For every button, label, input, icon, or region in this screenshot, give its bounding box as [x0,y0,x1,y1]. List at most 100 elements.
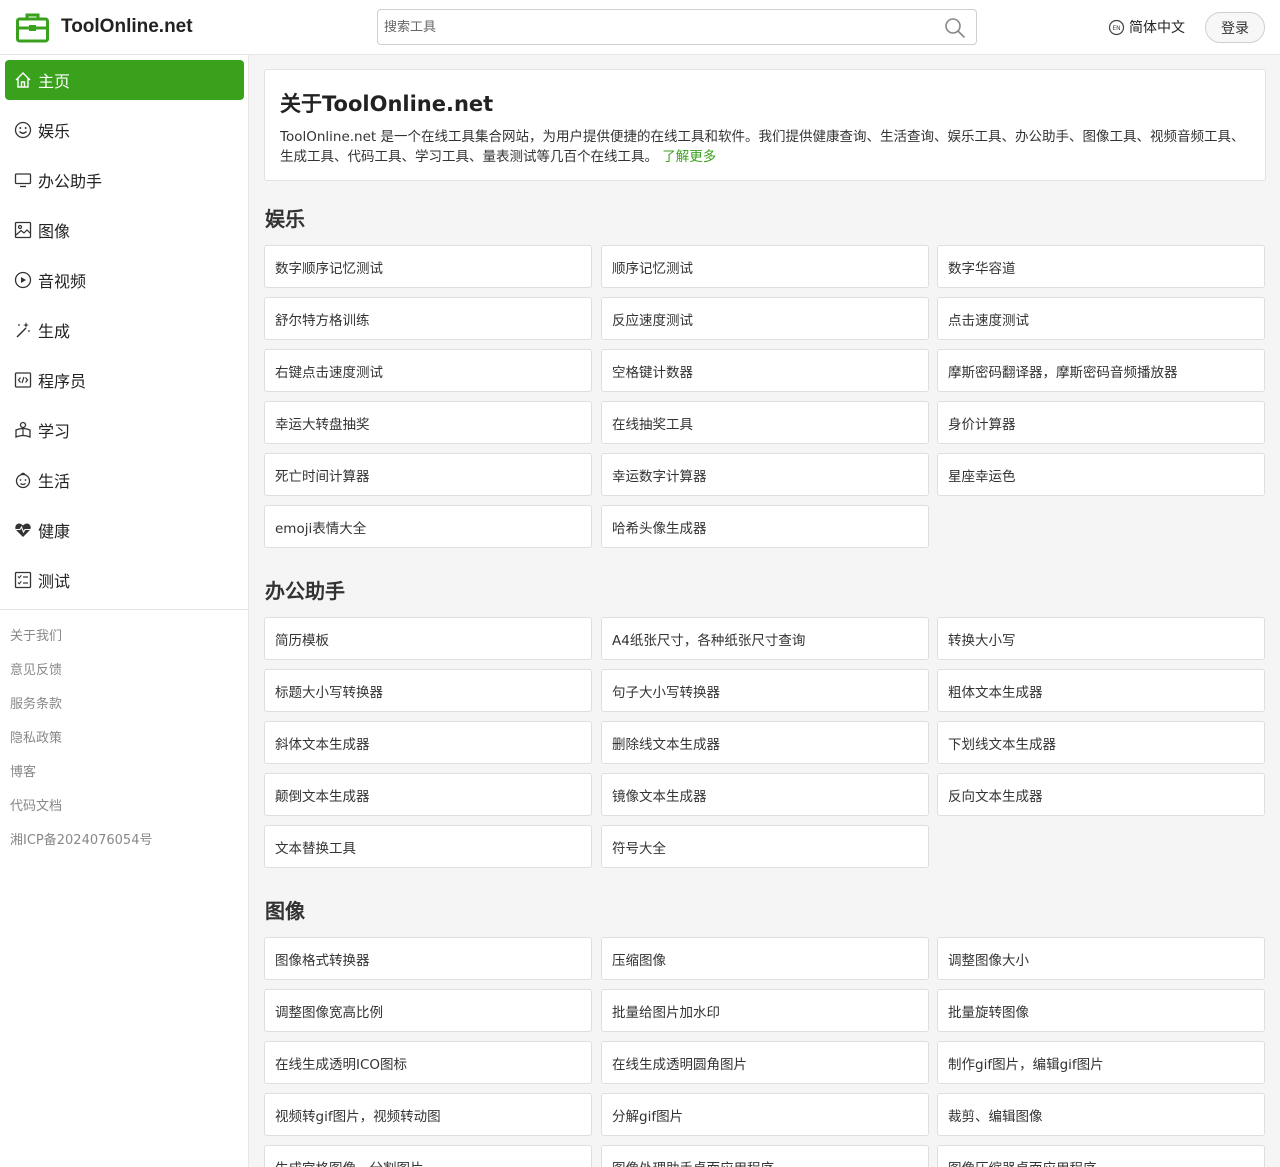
footer-link-blog[interactable]: 博客 [10,761,36,780]
tool-card[interactable]: 简历模板 [264,617,592,660]
about-description: ToolOnline.net 是一个在线工具集合网站，为用户提供便捷的在线工具和… [280,127,1250,167]
sidebar-item-life[interactable]: 生活 [5,460,244,500]
sidebar-item-label: 生成 [38,322,71,341]
sidebar-item-label: 主页 [38,72,71,91]
tool-card[interactable]: 数字顺序记忆测试 [264,245,592,288]
tool-card[interactable]: 图像格式转换器 [264,937,592,980]
tool-card[interactable]: 视频转gif图片，视频转动图 [264,1093,592,1136]
tool-card[interactable]: 批量旋转图像 [937,989,1265,1032]
search-box [377,9,977,45]
tool-card[interactable]: 反应速度测试 [601,297,929,340]
section-office-title: 办公助手 [265,579,345,603]
site-name: ToolOnline.net [61,16,193,37]
tool-card[interactable]: 标题大小写转换器 [264,669,592,712]
language-icon: EN [1108,19,1125,35]
sidebar-item-home[interactable]: 主页 [5,60,244,100]
tool-card[interactable]: 空格键计数器 [601,349,929,392]
sidebar-item-label: 图像 [38,222,71,241]
sidebar-item-learning[interactable]: 学习 [5,410,244,450]
tool-card[interactable]: 死亡时间计算器 [264,453,592,496]
tool-card[interactable]: 文本替换工具 [264,825,592,868]
sidebar-item-label: 音视频 [38,272,87,291]
tool-card[interactable]: 压缩图像 [601,937,929,980]
tool-card[interactable]: 在线抽奖工具 [601,401,929,444]
tool-card[interactable]: 裁剪、编辑图像 [937,1093,1265,1136]
tool-card[interactable]: 符号大全 [601,825,929,868]
sidebar-item-office[interactable]: 办公助手 [5,160,244,200]
about-title: 关于ToolOnline.net [280,92,494,116]
sidebar-item-label: 娱乐 [38,122,71,141]
sidebar-item-generate[interactable]: 生成 [5,310,244,350]
tool-card[interactable]: 在线生成透明ICO图标 [264,1041,592,1084]
language-switch[interactable]: EN 简体中文 [1108,17,1185,37]
tool-card[interactable]: 分解gif图片 [601,1093,929,1136]
tool-card[interactable]: 摩斯密码翻译器，摩斯密码音频播放器 [937,349,1265,392]
tool-card[interactable]: 镜像文本生成器 [601,773,929,816]
footer-link-icp[interactable]: 湘ICP备2024076054号 [10,829,152,848]
tool-card[interactable]: 粗体文本生成器 [937,669,1265,712]
tool-card[interactable]: 顺序记忆测试 [601,245,929,288]
sidebar-divider [0,609,249,610]
sidebar: 主页 娱乐 办公助手 图像 音视频 生成 程序员 学习 生活 健康 测试 关于我… [0,55,249,1167]
section-entertainment-title: 娱乐 [265,207,305,231]
tool-card[interactable]: emoji表情大全 [264,505,592,548]
tool-card[interactable]: 图像处理助手桌面应用程序 [601,1145,929,1167]
tool-card[interactable]: 下划线文本生成器 [937,721,1265,764]
login-button[interactable]: 登录 [1205,12,1265,43]
tool-card[interactable]: 删除线文本生成器 [601,721,929,764]
tool-card[interactable]: 生成宫格图像，分割图片 [264,1145,592,1167]
tool-card[interactable]: 批量给图片加水印 [601,989,929,1032]
footer-link-privacy[interactable]: 隐私政策 [10,727,62,746]
magic-wand-icon [13,320,33,340]
tool-card[interactable]: 调整图像大小 [937,937,1265,980]
footer-link-docs[interactable]: 代码文档 [10,795,62,814]
heart-pulse-icon [13,520,33,540]
sidebar-item-label: 学习 [38,422,71,441]
tool-card[interactable]: 哈希头像生成器 [601,505,929,548]
tool-card[interactable]: 点击速度测试 [937,297,1265,340]
sidebar-item-entertainment[interactable]: 娱乐 [5,110,244,150]
checklist-icon [13,570,33,590]
tool-card[interactable]: 舒尔特方格训练 [264,297,592,340]
tool-card[interactable]: 右键点击速度测试 [264,349,592,392]
search-icon [945,18,965,38]
sidebar-item-audio-video[interactable]: 音视频 [5,260,244,300]
tool-card[interactable]: 图像压缩器桌面应用程序 [937,1145,1265,1167]
tool-card[interactable]: 制作gif图片，编辑gif图片 [937,1041,1265,1084]
monitor-icon [13,170,33,190]
site-logo[interactable]: ToolOnline.net [16,11,193,43]
sidebar-item-health[interactable]: 健康 [5,510,244,550]
sidebar-item-test[interactable]: 测试 [5,560,244,600]
tool-card[interactable]: 在线生成透明圆角图片 [601,1041,929,1084]
about-card: 关于ToolOnline.net ToolOnline.net 是一个在线工具集… [264,69,1266,181]
tool-card[interactable]: 反向文本生成器 [937,773,1265,816]
tool-card[interactable]: 调整图像宽高比例 [264,989,592,1032]
home-icon [13,70,33,90]
language-label: 简体中文 [1129,20,1185,36]
image-icon [13,220,33,240]
sidebar-item-label: 健康 [38,522,71,541]
tool-card[interactable]: A4纸张尺寸，各种纸张尺寸查询 [601,617,929,660]
sidebar-item-label: 办公助手 [38,172,103,191]
learn-more-link[interactable]: 了解更多 [662,149,716,165]
tool-card[interactable]: 颠倒文本生成器 [264,773,592,816]
sidebar-item-label: 程序员 [38,372,87,391]
footer-link-feedback[interactable]: 意见反馈 [10,659,62,678]
search-input[interactable] [378,10,928,44]
tool-card[interactable]: 句子大小写转换器 [601,669,929,712]
sidebar-item-image[interactable]: 图像 [5,210,244,250]
sidebar-item-label: 生活 [38,472,71,491]
video-icon [13,270,33,290]
tool-card[interactable]: 身价计算器 [937,401,1265,444]
tool-card[interactable]: 幸运数字计算器 [601,453,929,496]
tool-card[interactable]: 转换大小写 [937,617,1265,660]
tool-card[interactable]: 斜体文本生成器 [264,721,592,764]
tool-card[interactable]: 数字华容道 [937,245,1265,288]
sidebar-item-programmer[interactable]: 程序员 [5,360,244,400]
search-button[interactable] [944,17,966,39]
tool-card[interactable]: 幸运大转盘抽奖 [264,401,592,444]
footer-link-terms[interactable]: 服务条款 [10,693,62,712]
footer-link-about[interactable]: 关于我们 [10,625,62,644]
life-icon [13,470,33,490]
tool-card[interactable]: 星座幸运色 [937,453,1265,496]
